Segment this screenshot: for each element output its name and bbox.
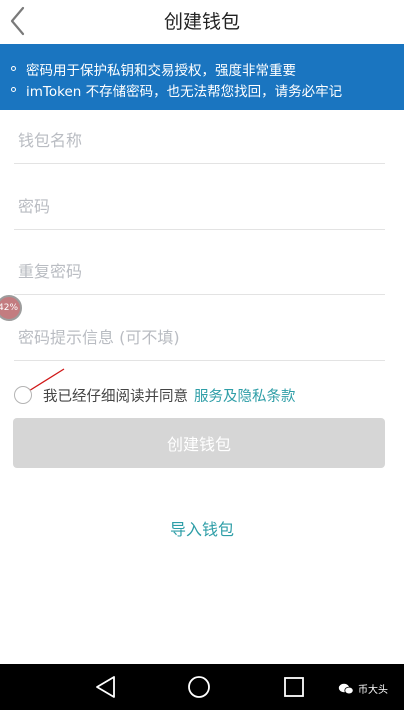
watermark-text: 币大头	[358, 685, 388, 696]
terms-link[interactable]: 服务及隐私条款	[194, 385, 296, 406]
bullet-icon	[11, 87, 16, 92]
nav-recent-apps-icon[interactable]	[283, 676, 305, 698]
nav-home-icon[interactable]	[187, 675, 211, 699]
nav-back-icon[interactable]	[94, 675, 118, 699]
security-notice-banner: 密码用于保护私钥和交易授权，强度非常重要 imToken 不存储密码，也无法帮您…	[0, 44, 404, 110]
agree-checkbox[interactable]	[14, 386, 32, 404]
watermark: 币大头	[338, 681, 388, 696]
wallet-name-field[interactable]	[14, 124, 385, 164]
create-wallet-button[interactable]: 创建钱包	[13, 418, 385, 468]
agreement-text: 我已经仔细阅读并同意	[43, 388, 188, 405]
notice-line: imToken 不存储密码，也无法帮您找回，请务必牢记	[11, 79, 404, 100]
system-nav-bar: 币大头	[0, 664, 404, 710]
import-wallet-link[interactable]: 导入钱包	[0, 516, 404, 540]
repeat-password-field[interactable]	[14, 255, 385, 295]
floating-progress-badge[interactable]: 42%	[0, 295, 22, 321]
notice-text: 密码用于保护私钥和交易授权，强度非常重要	[26, 62, 296, 79]
password-hint-field[interactable]	[14, 321, 385, 361]
bullet-icon	[11, 66, 16, 71]
wallet-name-input[interactable]	[14, 124, 385, 163]
notice-text: imToken 不存储密码，也无法帮您找回，请务必牢记	[26, 83, 343, 100]
agreement-row: 我已经仔细阅读并同意 服务及隐私条款	[14, 384, 296, 406]
password-input[interactable]	[14, 190, 385, 229]
repeat-password-input[interactable]	[14, 255, 385, 294]
app-header: 创建钱包	[0, 0, 404, 44]
password-field[interactable]	[14, 190, 385, 230]
page-title: 创建钱包	[163, 11, 240, 33]
notice-line: 密码用于保护私钥和交易授权，强度非常重要	[11, 58, 404, 79]
wechat-icon	[338, 683, 354, 694]
password-hint-input[interactable]	[14, 321, 385, 360]
